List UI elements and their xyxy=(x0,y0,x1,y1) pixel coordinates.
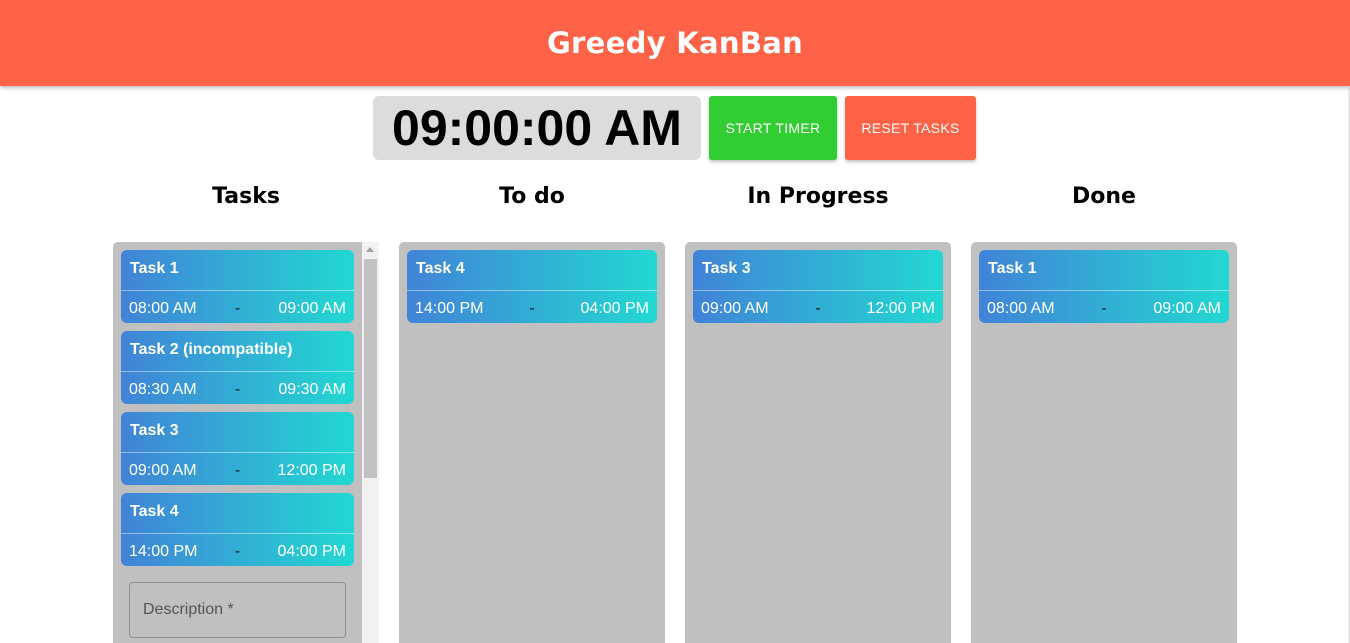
task-end-time: 04:00 PM xyxy=(580,300,649,317)
task-card-title: Task 4 xyxy=(130,503,179,520)
task-end-time: 09:30 AM xyxy=(278,381,346,398)
task-end-time: 09:00 AM xyxy=(278,300,346,317)
start-timer-button[interactable]: START TIMER xyxy=(709,96,837,160)
task-end-time: 09:00 AM xyxy=(1153,300,1221,317)
card-divider xyxy=(121,452,354,453)
task-card-title: Task 2 (incompatible) xyxy=(130,341,293,358)
card-divider xyxy=(121,290,354,291)
todo-column: Task 4 14:00 PM - 04:00 PM xyxy=(399,242,665,643)
tasks-scrollbar[interactable] xyxy=(362,242,379,643)
reset-tasks-button[interactable]: RESET TASKS xyxy=(845,96,976,160)
task-card-title: Task 1 xyxy=(130,260,179,277)
task-card-title: Task 4 xyxy=(416,260,465,277)
timer-display: 09:00:00 AM xyxy=(373,96,701,160)
description-input[interactable] xyxy=(129,582,346,638)
task-card-title: Task 3 xyxy=(702,260,751,277)
app-header: Greedy KanBan xyxy=(0,0,1350,86)
card-divider xyxy=(121,533,354,534)
task-card[interactable]: Task 4 14:00 PM - 04:00 PM xyxy=(121,493,354,566)
task-card[interactable]: Task 3 09:00 AM - 12:00 PM xyxy=(121,412,354,485)
task-card[interactable]: Task 1 08:00 AM - 09:00 AM xyxy=(121,250,354,323)
column-title-todo: To do xyxy=(499,184,565,209)
card-divider xyxy=(407,290,657,291)
card-divider xyxy=(979,290,1229,291)
done-column: Task 1 08:00 AM - 09:00 AM xyxy=(971,242,1237,643)
task-end-time: 12:00 PM xyxy=(866,300,935,317)
column-title-done: Done xyxy=(1072,184,1136,209)
scroll-thumb[interactable] xyxy=(364,259,377,478)
task-card[interactable]: Task 2 (incompatible) 08:30 AM - 09:30 A… xyxy=(121,331,354,404)
card-divider xyxy=(693,290,943,291)
task-card[interactable]: Task 4 14:00 PM - 04:00 PM xyxy=(407,250,657,323)
in-progress-column: Task 3 09:00 AM - 12:00 PM xyxy=(685,242,951,643)
scroll-up-arrow-icon[interactable] xyxy=(366,247,374,252)
task-end-time: 12:00 PM xyxy=(277,462,346,479)
column-title-tasks: Tasks xyxy=(212,184,280,209)
task-card-title: Task 1 xyxy=(988,260,1037,277)
card-divider xyxy=(121,371,354,372)
task-card[interactable]: Task 1 08:00 AM - 09:00 AM xyxy=(979,250,1229,323)
tasks-column: Task 1 08:00 AM - 09:00 AM Task 2 (incom… xyxy=(113,242,379,643)
task-card-title: Task 3 xyxy=(130,422,179,439)
column-title-in-progress: In Progress xyxy=(747,184,889,209)
task-end-time: 04:00 PM xyxy=(277,543,346,560)
task-card[interactable]: Task 3 09:00 AM - 12:00 PM xyxy=(693,250,943,323)
app-title: Greedy KanBan xyxy=(546,26,804,60)
